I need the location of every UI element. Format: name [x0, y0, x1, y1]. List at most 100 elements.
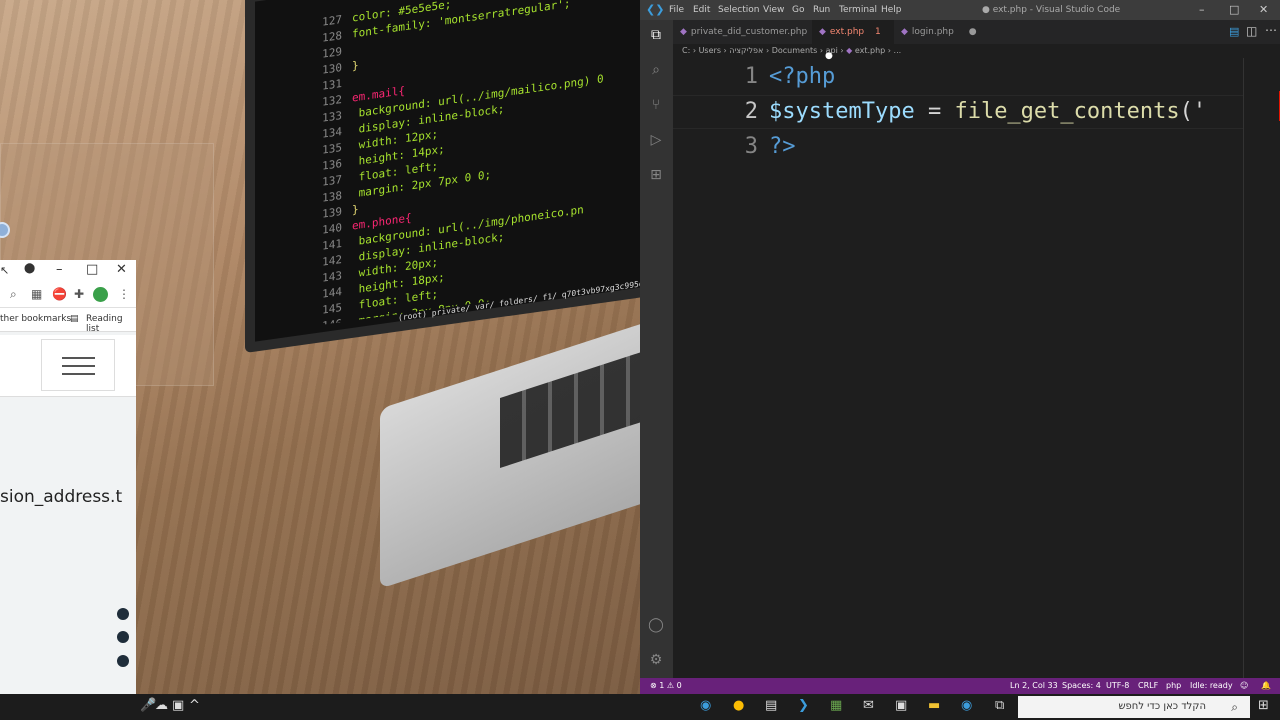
source-control-icon[interactable]: ⑂ [647, 96, 665, 114]
end-of-line[interactable]: CRLF [1138, 681, 1158, 690]
language-mode[interactable]: php [1166, 681, 1181, 690]
feedback-icon[interactable]: ☺ [1240, 681, 1248, 690]
tab-label: login.php [911, 27, 954, 37]
crumb[interactable]: Users [699, 46, 721, 55]
menu-file[interactable]: File [669, 5, 684, 15]
crumb[interactable]: ... [894, 46, 902, 55]
edge-icon[interactable]: ◉ [700, 698, 711, 713]
idle-status[interactable]: Idle: ready [1190, 681, 1233, 690]
hamburger-menu-button[interactable] [41, 339, 115, 391]
search-icon[interactable]: ⌕ [647, 61, 665, 79]
reading-list-icon: ▤ [70, 314, 79, 324]
account-icon[interactable]: ◯ [647, 616, 665, 634]
task-view-icon[interactable]: ⧉ [995, 698, 1004, 713]
php-file-icon: ◆ [819, 27, 826, 37]
code-text: $systemType = file_get_contents(' [769, 95, 1206, 129]
calendar-icon[interactable]: ▦ [31, 287, 42, 301]
explorer-icon[interactable]: ▬ [928, 698, 940, 713]
tab-ext-php[interactable]: ◆ ext.php 1 ● [812, 20, 894, 61]
editor-tabs: ◆ private_did_customer.php ◆ ext.php 1 ● ◆… [673, 20, 1280, 61]
crumb[interactable]: Documents [772, 46, 818, 55]
close-button[interactable]: ✕ [1259, 3, 1268, 16]
settings-gear-icon[interactable]: ⚙ [647, 651, 665, 669]
cursor-position[interactable]: Ln 2, Col 33 [1010, 681, 1058, 690]
meet-icon[interactable]: ▣ [172, 698, 184, 713]
open-changes-icon[interactable]: ▤ [1229, 25, 1239, 38]
indentation[interactable]: Spaces: 4 [1062, 681, 1101, 690]
tab-label: ext.php [829, 27, 865, 37]
crumb[interactable]: C: [682, 46, 690, 55]
minimize-button[interactable]: – [1199, 3, 1205, 16]
code-token: $systemType [769, 99, 915, 124]
tab-login-php[interactable]: ◆ login.php ● [894, 20, 984, 44]
more-icon[interactable]: ⋮ [118, 287, 130, 301]
page-header [0, 335, 136, 397]
notepad-icon[interactable]: ▤ [765, 698, 777, 713]
search-icon[interactable]: ⌕ [10, 287, 17, 302]
vscode-logo-icon: ❮❯ [646, 3, 665, 16]
mail-icon[interactable]: ✉ [863, 698, 874, 713]
sheet-icon[interactable]: ▦ [830, 698, 842, 713]
code-token: <?php [769, 64, 836, 89]
search-icon: ⌕ [1231, 700, 1238, 714]
crumb[interactable]: אפליקציה [729, 46, 763, 55]
notifications-bell-icon[interactable]: 🔔 [1261, 681, 1271, 690]
line-number: 3 [744, 134, 758, 159]
activity-bar: ⧉ ⌕ ⑂ ▷ ⊞ ◯ ⚙ [640, 20, 673, 678]
editor-scrollbar[interactable] [1243, 58, 1280, 678]
maximize-button[interactable]: □ [1229, 3, 1239, 16]
problems-indicator[interactable]: ⊗ 1 ⚠ 0 [650, 681, 682, 690]
code-text: <?php [769, 60, 835, 94]
menu-run[interactable]: Run [813, 5, 830, 15]
status-bar: ⊗ 1 ⚠ 0 Ln 2, Col 33 Spaces: 4 UTF-8 CRL… [640, 678, 1280, 694]
other-bookmarks[interactable]: ther bookmarks [0, 314, 71, 324]
code-text: ?> [769, 130, 796, 164]
dot-menu-icon[interactable] [117, 631, 129, 643]
breadcrumb: C: › Users › אפליקציה › Documents › api … [682, 46, 902, 55]
minimize-button[interactable]: – [56, 262, 63, 277]
code-text: } [352, 202, 359, 217]
unsaved-dot-icon[interactable]: ● [969, 27, 977, 37]
chrome-icon[interactable]: ● [733, 698, 744, 713]
explorer-icon[interactable]: ⧉ [647, 26, 665, 44]
more-actions-icon[interactable]: ⋯ [1265, 23, 1277, 37]
onedrive-icon[interactable]: ☁ [155, 698, 168, 713]
tab-search-icon[interactable]: ⬤ [24, 263, 35, 274]
dot-menu-icon[interactable] [117, 608, 129, 620]
error-badge: 1 [875, 27, 881, 37]
extensions-icon[interactable]: ✚ [74, 287, 84, 301]
crumb[interactable]: ext.php [855, 46, 885, 55]
microphone-icon[interactable]: 🎤 [140, 698, 156, 713]
menu-view[interactable]: View [763, 5, 784, 15]
vscode-window: ❮❯ File Edit Selection View Go Run Termi… [640, 0, 1280, 694]
php-file-icon: ◆ [680, 27, 687, 37]
chrome-titlebar[interactable]: ↖ ⬤ – □ ✕ [0, 260, 136, 282]
menu-go[interactable]: Go [792, 5, 804, 15]
taskbar-search[interactable]: הקלד כאן כדי לחפש ⌕ [1018, 696, 1250, 718]
profile-icon[interactable] [93, 287, 108, 302]
stop-icon[interactable]: ⛔ [52, 287, 67, 301]
maximize-button[interactable]: □ [86, 262, 98, 277]
split-editor-icon[interactable]: ◫ [1246, 24, 1257, 38]
php-file-icon: ◆ [901, 27, 908, 37]
menu-edit[interactable]: Edit [693, 5, 710, 15]
chevron-up-icon[interactable]: ^ [189, 698, 200, 713]
menu-selection[interactable]: Selection [718, 5, 759, 15]
tab-label: private_did_customer.php [690, 27, 808, 37]
menu-terminal[interactable]: Terminal [839, 5, 877, 15]
windows-start-icon[interactable]: ⊞ [1258, 698, 1269, 713]
dot-menu-icon[interactable] [117, 655, 129, 667]
code-editor[interactable]: 1 <?php 2 $systemType = file_get_contents('… [673, 58, 1280, 678]
tab-private-did-customer[interactable]: ◆ private_did_customer.php [673, 20, 807, 44]
store-icon[interactable]: ▣ [895, 698, 907, 713]
close-button[interactable]: ✕ [116, 262, 127, 277]
menu-help[interactable]: Help [881, 5, 902, 15]
vscode-icon[interactable]: ❯ [798, 698, 809, 713]
encoding[interactable]: UTF-8 [1106, 681, 1129, 690]
line-number: 1 [744, 64, 758, 89]
reading-list[interactable]: Reading list [86, 314, 136, 334]
run-debug-icon[interactable]: ▷ [647, 131, 665, 149]
crumb[interactable]: api [826, 46, 838, 55]
edge-dev-icon[interactable]: ◉ [961, 698, 972, 713]
extensions-icon[interactable]: ⊞ [647, 166, 665, 184]
